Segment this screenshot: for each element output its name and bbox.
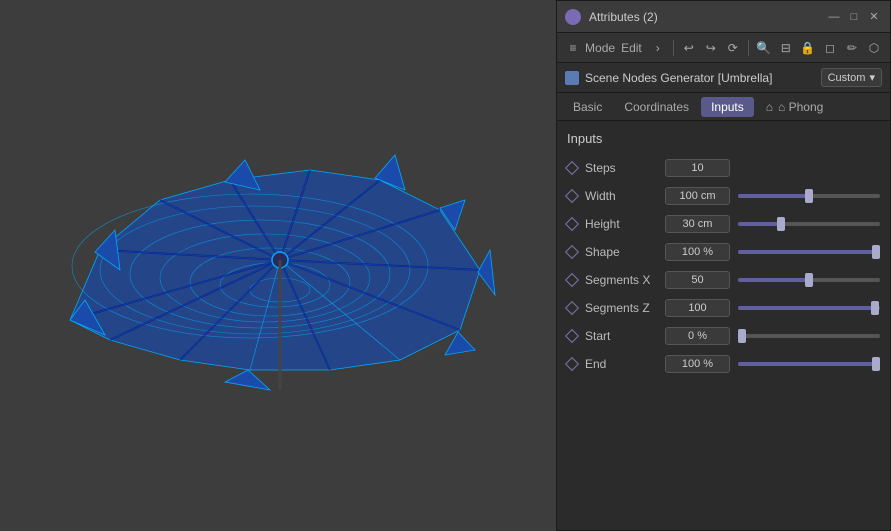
- steps-label: Steps: [585, 161, 665, 175]
- section-title: Inputs: [567, 131, 880, 146]
- maximize-button[interactable]: □: [846, 9, 862, 25]
- end-label: End: [585, 357, 665, 371]
- hex-button[interactable]: ⬡: [864, 37, 884, 59]
- steps-input[interactable]: [665, 159, 730, 177]
- tab-phong[interactable]: ⌂ ⌂ Phong: [756, 97, 834, 117]
- shape-value[interactable]: 100 %: [665, 243, 730, 261]
- segments-z-diamond[interactable]: [565, 301, 579, 315]
- segments-x-label: Segments X: [585, 273, 665, 287]
- shape-diamond[interactable]: [565, 245, 579, 259]
- nodebar: Scene Nodes Generator [Umbrella] Custom …: [557, 63, 890, 93]
- param-segments-x: Segments X 50: [567, 268, 880, 292]
- segments-z-value[interactable]: 100: [665, 299, 730, 317]
- param-width: Width 100 cm: [567, 184, 880, 208]
- end-value[interactable]: 100 %: [665, 355, 730, 373]
- segments-z-label: Segments Z: [585, 301, 665, 315]
- tab-basic[interactable]: Basic: [563, 97, 612, 117]
- app-icon: [565, 9, 581, 25]
- toolbar: ≡ Mode Edit › ↩ ↪ ⟳ 🔍 ⊟ 🔒 ◻ ✏ ⬡: [557, 33, 890, 63]
- undo-button[interactable]: ↩: [679, 37, 699, 59]
- param-steps: Steps: [567, 156, 880, 180]
- height-slider[interactable]: [738, 222, 880, 226]
- width-slider[interactable]: [738, 194, 880, 198]
- segments-z-slider[interactable]: [738, 306, 880, 310]
- end-slider[interactable]: [738, 362, 880, 366]
- steps-diamond[interactable]: [565, 161, 579, 175]
- phong-icon: ⌂: [766, 100, 773, 114]
- start-label: Start: [585, 329, 665, 343]
- param-shape: Shape 100 %: [567, 240, 880, 264]
- toolbar-sep-2: [748, 40, 749, 56]
- node-icon: [565, 71, 579, 85]
- tab-inputs[interactable]: Inputs: [701, 97, 754, 117]
- param-height: Height 30 cm: [567, 212, 880, 236]
- height-label: Height: [585, 217, 665, 231]
- start-diamond[interactable]: [565, 329, 579, 343]
- menu-button[interactable]: ≡: [563, 37, 583, 59]
- minimize-button[interactable]: —: [826, 9, 842, 25]
- search-button[interactable]: 🔍: [754, 37, 774, 59]
- close-button[interactable]: ✕: [866, 9, 882, 25]
- tab-coordinates[interactable]: Coordinates: [614, 97, 699, 117]
- height-diamond[interactable]: [565, 217, 579, 231]
- start-slider[interactable]: [738, 334, 880, 338]
- param-start: Start 0 %: [567, 324, 880, 348]
- shape-label: Shape: [585, 245, 665, 259]
- more-button[interactable]: ›: [648, 37, 668, 59]
- dropdown-label: Custom: [828, 72, 866, 84]
- viewport[interactable]: [0, 0, 560, 531]
- tabs-bar: Basic Coordinates Inputs ⌂ ⌂ Phong: [557, 93, 890, 121]
- mode-label[interactable]: Mode: [585, 41, 615, 55]
- segments-x-value[interactable]: 50: [665, 271, 730, 289]
- dropdown-arrow: ▾: [869, 71, 875, 84]
- param-end: End 100 %: [567, 352, 880, 376]
- width-diamond[interactable]: [565, 189, 579, 203]
- segments-x-slider[interactable]: [738, 278, 880, 282]
- titlebar: Attributes (2) — □ ✕: [557, 1, 890, 33]
- shape-slider[interactable]: [738, 250, 880, 254]
- toolbar-sep-1: [673, 40, 674, 56]
- rotate-button[interactable]: ⟳: [723, 37, 743, 59]
- attributes-panel: Attributes (2) — □ ✕ ≡ Mode Edit › ↩ ↪ ⟳…: [556, 0, 891, 531]
- height-value[interactable]: 30 cm: [665, 215, 730, 233]
- custom-dropdown[interactable]: Custom ▾: [821, 68, 882, 87]
- edit-label[interactable]: Edit: [621, 41, 642, 55]
- filter-button[interactable]: ⊟: [776, 37, 796, 59]
- lock-button[interactable]: 🔒: [798, 37, 818, 59]
- edit2-button[interactable]: ✏: [842, 37, 862, 59]
- node-name: Scene Nodes Generator [Umbrella]: [585, 71, 815, 85]
- end-diamond[interactable]: [565, 357, 579, 371]
- content-area: Inputs Steps Width 100 cm Height 30 cm: [557, 121, 890, 530]
- layout-button[interactable]: ◻: [820, 37, 840, 59]
- segments-x-diamond[interactable]: [565, 273, 579, 287]
- window-controls: — □ ✕: [826, 9, 882, 25]
- redo-button[interactable]: ↪: [701, 37, 721, 59]
- start-value[interactable]: 0 %: [665, 327, 730, 345]
- width-label: Width: [585, 189, 665, 203]
- param-segments-z: Segments Z 100: [567, 296, 880, 320]
- panel-title: Attributes (2): [589, 10, 826, 24]
- width-value[interactable]: 100 cm: [665, 187, 730, 205]
